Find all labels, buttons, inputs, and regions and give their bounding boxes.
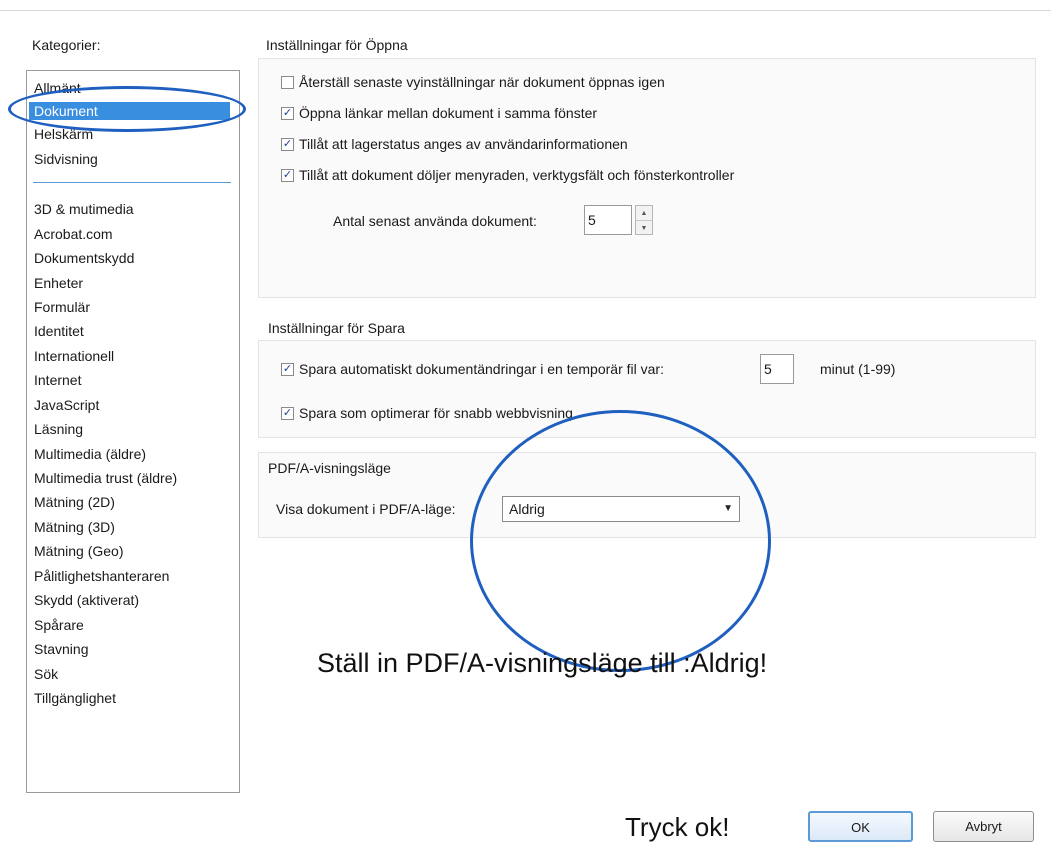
optimize-row[interactable]: ✓ Spara som optimerar för snabb webbvisn… [281,405,573,421]
open-option-row[interactable]: ✓ Tillåt att lagerstatus anges av använd… [281,136,628,152]
spin-up-icon[interactable]: ▲ [636,206,652,221]
optimize-label: Spara som optimerar för snabb webbvisnin… [299,405,573,421]
save-settings-group [258,340,1036,438]
category-item[interactable]: Mätning (2D) [34,493,115,511]
open-option-row[interactable]: ✓ Tillåt att dokument döljer menyraden, … [281,167,734,183]
category-item[interactable]: JavaScript [34,396,99,414]
autosave-unit: minut (1-99) [820,361,896,377]
cancel-button[interactable]: Avbryt [933,811,1034,842]
checkbox-checked[interactable]: ✓ [281,362,294,376]
category-item[interactable]: Stavning [34,640,88,658]
category-item[interactable]: Pålitlighetshanteraren [34,567,169,585]
autosave-row[interactable]: ✓ Spara automatiskt dokumentändringar i … [281,361,664,377]
category-item[interactable]: Skydd (aktiverat) [34,591,139,609]
category-item-helskarm[interactable]: Helskärm [34,125,93,143]
category-item[interactable]: Internet [34,371,81,389]
checkbox-unchecked[interactable] [281,75,294,89]
recent-docs-input[interactable]: 5 [584,205,632,235]
open-option-label: Återställ senaste vyinställningar när do… [299,74,665,90]
dropdown-arrow-icon[interactable]: ▼ [723,497,733,521]
open-option-label: Tillåt att dokument döljer menyraden, ve… [299,167,735,183]
category-item[interactable]: Tillgänglighet [34,689,116,707]
pdfa-title: PDF/A-visningsläge [268,460,391,476]
top-divider [0,10,1051,11]
recent-docs-spinner[interactable]: ▲ ▼ [635,205,653,235]
save-settings-title: Inställningar för Spara [268,320,405,336]
checkbox-checked[interactable]: ✓ [281,106,294,120]
autosave-label: Spara automatiskt dokumentändringar i en… [299,361,664,377]
category-item[interactable]: Mätning (Geo) [34,542,123,560]
category-item[interactable]: Internationell [34,347,114,365]
highlight-ellipse-pdfa [470,410,771,672]
category-item[interactable]: Spårare [34,616,84,634]
category-item-sidvisning[interactable]: Sidvisning [34,150,98,168]
pdfa-mode-value: Aldrig [509,501,545,517]
categories-list[interactable]: Allmänt Dokument Helskärm Sidvisning 3D … [26,70,240,793]
category-item-allmant[interactable]: Allmänt [34,79,81,97]
category-item-dokument[interactable]: Dokument [29,102,230,120]
category-item[interactable]: Sök [34,665,58,683]
recent-docs-label: Antal senast använda dokument: [333,213,537,229]
pdfa-label: Visa dokument i PDF/A-läge: [276,501,456,517]
ok-button[interactable]: OK [808,811,913,842]
category-item[interactable]: Acrobat.com [34,225,113,243]
category-item[interactable]: Dokumentskydd [34,249,134,267]
checkbox-checked[interactable]: ✓ [281,406,294,420]
open-option-label: Öppna länkar mellan dokument i samma fön… [299,105,598,121]
category-item[interactable]: 3D & mutimedia [34,200,134,218]
open-option-label: Tillåt att lagerstatus anges av användar… [299,136,628,152]
category-item[interactable]: Identitet [34,322,84,340]
open-option-row[interactable]: ✓ Öppna länkar mellan dokument i samma f… [281,105,597,121]
checkbox-checked[interactable]: ✓ [281,137,294,151]
press-ok-text: Tryck ok! [625,812,730,842]
pdfa-mode-select[interactable]: Aldrig ▼ [502,496,740,522]
category-item[interactable]: Multimedia trust (äldre) [34,469,177,487]
spin-down-icon[interactable]: ▼ [636,221,652,235]
category-separator [33,182,231,183]
checkbox-checked[interactable]: ✓ [281,168,294,182]
category-item[interactable]: Mätning (3D) [34,518,115,536]
instruction-text: Ställ in PDF/A-visningsläge till :Aldrig… [317,648,768,678]
category-item[interactable]: Läsning [34,420,83,438]
categories-label: Kategorier: [32,37,101,53]
category-item[interactable]: Formulär [34,298,90,316]
category-item[interactable]: Enheter [34,274,83,292]
category-item[interactable]: Multimedia (äldre) [34,445,146,463]
autosave-minutes-input[interactable]: 5 [760,354,794,384]
open-option-row[interactable]: Återställ senaste vyinställningar när do… [281,74,665,90]
open-settings-title: Inställningar för Öppna [266,37,408,53]
